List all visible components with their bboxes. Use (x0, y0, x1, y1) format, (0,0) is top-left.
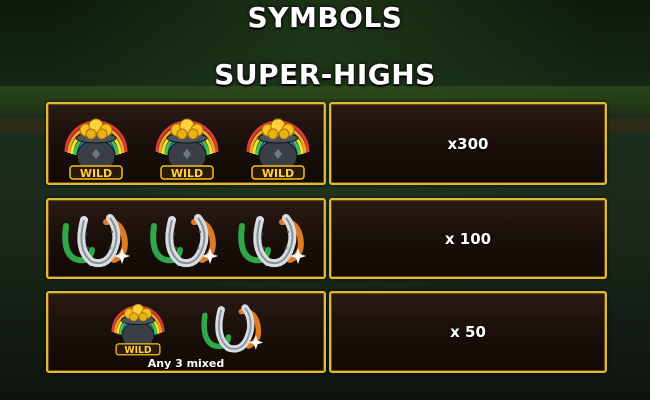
svg-text:WILD: WILD (80, 167, 112, 180)
payout-value: x 100 (444, 229, 492, 248)
pot-of-gold-wild-icon: WILD (56, 108, 136, 188)
section-title: SUPER-HIGHS (214, 58, 436, 91)
pot-of-gold-wild-icon: WILD (98, 295, 178, 363)
svg-text:WILD: WILD (171, 167, 203, 180)
horseshoes-icon (234, 206, 314, 276)
payout-panel-1: x300 (329, 102, 607, 185)
payout-panel-2: x 100 (329, 198, 607, 279)
horseshoes-icon (146, 206, 226, 276)
symbol-combo-panel-2 (46, 198, 326, 279)
horseshoes-icon (58, 206, 138, 276)
horseshoes-icon (194, 297, 274, 361)
payout-value: x 50 (450, 323, 486, 341)
payout-value: x300 (447, 134, 489, 153)
pot-of-gold-wild-icon: WILD (147, 108, 227, 188)
page-title: SYMBOLS (247, 1, 403, 34)
symbol-combo-panel-1: WILD WILD WILD (46, 102, 326, 185)
svg-text:WILD: WILD (124, 345, 152, 356)
symbol-combo-panel-3: WILD Any 3 mixed (46, 291, 326, 373)
payout-panel-3: x 50 (329, 291, 607, 373)
svg-text:WILD: WILD (262, 167, 294, 180)
combo-caption: Any 3 mixed (147, 357, 225, 370)
pot-of-gold-wild-icon: WILD (238, 108, 318, 188)
